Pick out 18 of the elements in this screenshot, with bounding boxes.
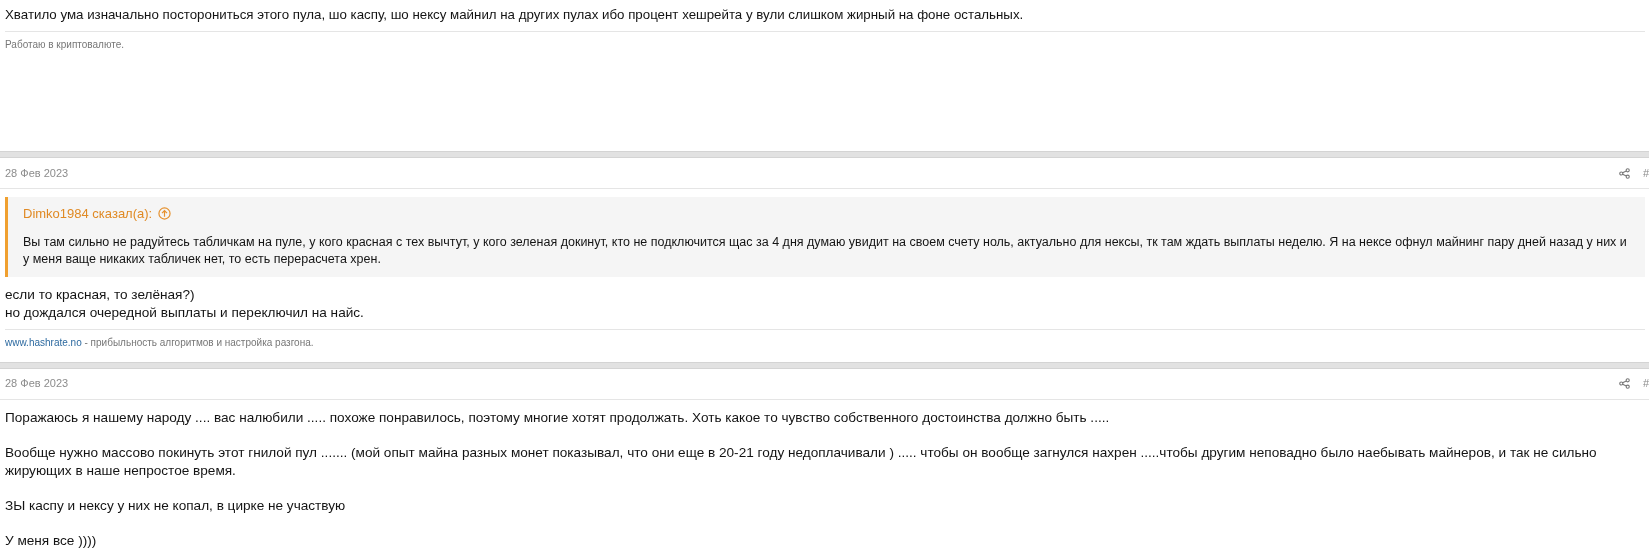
post-date[interactable]: 28 Фев 2023 xyxy=(5,164,69,182)
post-text: если то красная, то зелёная?) но дождался очередной выплаты и переключил на найс. xyxy=(5,285,365,322)
signature-text: Работаю в криптовалюте. xyxy=(5,31,1645,52)
share-icon[interactable] xyxy=(1618,167,1630,179)
arrow-up-icon[interactable] xyxy=(158,207,172,221)
signature-text: www.hashrate.no - прибыльность алгоритмов и настройка разгона. xyxy=(5,328,1645,350)
post-text: Хватило ума изначально посторониться этого пула, шо каспу, шо нексу майнил на других пулах ибо процент хешрейта у вули слишком жирный на фоне остальных. xyxy=(5,6,1025,24)
post-number[interactable]: # xyxy=(1642,164,1649,182)
post-text: Вообще нужно массово покинуть этот гнилой пул ....... (мой опыт майна разных монет показывал, что они еще в 20-21 году недоплачивали ) ..... чтобы он вообще загнулся нахрен .....чтобы другим неповадно было наебывать майнеров, и так не сильно жирующих в наше непростое время. xyxy=(5,443,1598,480)
post-number[interactable]: # xyxy=(1642,375,1649,392)
quote-text: Вы там сильно не радуйтесь табличкам на пуле, у кого красная с тех вычтут, у кого зеленая докинут, кто не подключится щас за 4 дня думаю увидит на своем счету ноль, актуально для нексы, тк там ждать выплаты неделю. Я на нексе офнул майнинг пару дней назад у них и у меня ваще никаких табличек нет, то есть перерасчета хрен. xyxy=(23,233,1628,268)
signature-link[interactable]: www.hashrate.no xyxy=(5,336,82,348)
quote-author[interactable]: Dimko1984 сказал(а): xyxy=(23,204,153,224)
post-text: У меня все )))) xyxy=(5,531,98,550)
share-icon[interactable] xyxy=(1618,378,1630,389)
post-text: ЗЫ каспу и нексу у них не копал, в цирке не участвую xyxy=(5,496,347,515)
post-text: Поражаюсь я нашему народу .... вас налюбили ..... похоже понравилось, поэтому многие хотят продолжать. Хоть какое то чувство собственного достоинства должно быть ..... xyxy=(5,408,1111,427)
post-date[interactable]: 28 Фев 2023 xyxy=(5,375,69,392)
